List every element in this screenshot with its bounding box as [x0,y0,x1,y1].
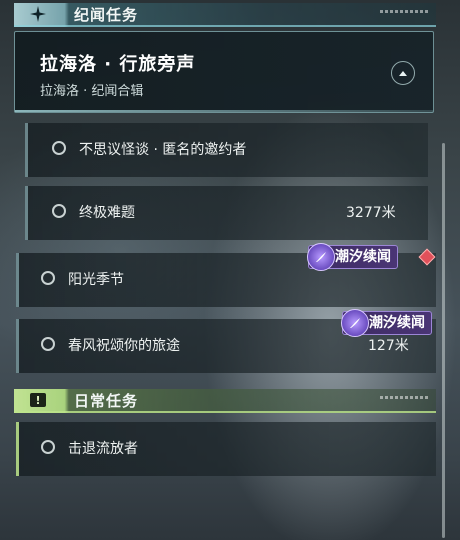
featured-quest-title: 拉海洛 · 行旅旁声 [40,54,196,75]
quest-label: 春风祝颂你的旅途 [68,338,180,354]
badge-label: 潮汐续闻 [369,315,425,331]
quest-row[interactable]: 击退流放者 [16,422,436,476]
quest-distance: 127米 [368,338,409,354]
quest-label: 阳光季节 [68,272,124,288]
feather-icon [307,243,335,271]
quest-status-circle-icon [52,141,66,155]
featured-quest-subtitle: 拉海洛 · 纪闻合辑 [40,84,144,99]
quest-label: 击退流放者 [68,441,138,457]
scrollbar[interactable] [442,143,445,538]
quest-row[interactable]: 不思议怪谈 · 匿名的邀约者 [25,123,428,177]
section-title: 纪闻任务 [74,5,139,24]
section-icon-wrap: ! [14,389,62,411]
tidal-sequel-badge: 潮汐续闻 [341,309,432,337]
chevron-up-icon[interactable] [391,61,415,85]
quest-label: 终极难题 [79,205,135,221]
quest-status-circle-icon [41,337,55,351]
section-title: 日常任务 [74,391,139,410]
quest-status-circle-icon [52,204,66,218]
quest-status-circle-icon [41,271,55,285]
tidal-sequel-badge: 潮汐续闻 [307,243,398,271]
quest-row[interactable]: 终极难题 3277米 [25,186,428,240]
exclamation-icon: ! [30,393,46,407]
quest-label: 不思议怪谈 · 匿名的邀约者 [79,142,247,158]
story-quest-section-header[interactable]: 纪闻任务 [14,3,436,27]
quest-status-circle-icon [41,440,55,454]
sparkle-icon [14,3,62,25]
badge-label: 潮汐续闻 [335,249,391,265]
header-decoration [380,396,428,399]
featured-quest-card[interactable]: 拉海洛 · 行旅旁声 拉海洛 · 纪闻合辑 [14,31,434,113]
daily-quest-section-header[interactable]: ! 日常任务 [14,389,436,413]
quest-distance: 3277米 [346,205,396,221]
header-decoration [380,10,428,13]
feather-icon [341,309,369,337]
